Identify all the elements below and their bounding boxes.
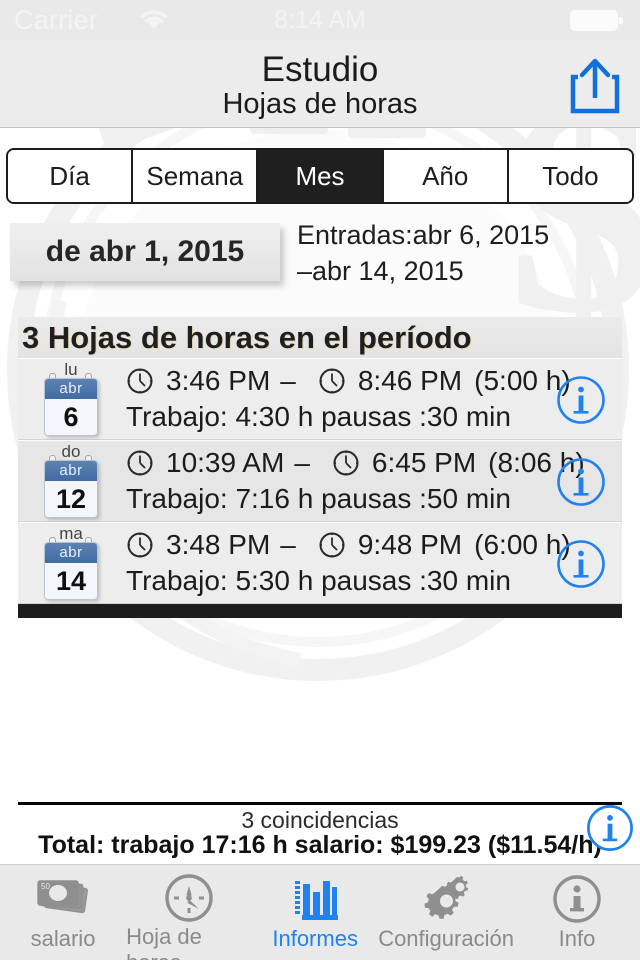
period-row: de abr 1, 2015 Entradas:abr 6, 2015 –abr… (0, 215, 640, 305)
page-title: Estudio (261, 50, 379, 89)
row-detail: Trabajo: 4:30 h pausas :30 min (126, 401, 511, 432)
row-detail: Trabajo: 7:16 h pausas :50 min (126, 483, 511, 514)
table-row[interactable]: lu abr 6 3:46 PM – 8:46 PM (5:00 h) Trab… (18, 358, 622, 440)
clock-icon (332, 449, 360, 477)
tab-label: Informes (272, 926, 358, 951)
segment-ano[interactable]: Año (383, 150, 509, 202)
segment-todo[interactable]: Todo (508, 150, 632, 202)
row-start-time: 3:46 PM (166, 365, 271, 396)
info-circle-icon[interactable] (556, 375, 606, 425)
table-row[interactable]: ma abr 14 3:48 PM – 9:48 PM (6:00 h) Tra… (18, 522, 622, 604)
tab-informes[interactable]: Informes (252, 865, 378, 960)
calendar-icon: do abr 12 (40, 443, 102, 520)
period-segmented-control[interactable]: Día Semana Mes Año Todo (6, 148, 634, 204)
tab-label: Configuración (378, 926, 514, 951)
list-header: 3 Hojas de horas en el período (18, 317, 622, 358)
tab-salario[interactable]: 50 salario (0, 865, 126, 960)
row-times: 3:48 PM – 9:48 PM (6:00 h) (126, 527, 571, 563)
clock-icon (126, 367, 154, 395)
row-times: 3:46 PM – 8:46 PM (5:00 h) (126, 363, 571, 399)
period-start-chip[interactable]: de abr 1, 2015 (10, 223, 280, 281)
page-subtitle: Hojas de horas (222, 88, 418, 120)
row-end-time: 8:46 PM (357, 365, 463, 396)
row-time-dash: – (294, 447, 310, 478)
calendar-month: abr (45, 461, 97, 481)
clock-icon (126, 531, 154, 559)
row-end-time: 6:45 PM (371, 447, 477, 478)
gears-icon (419, 872, 473, 926)
tab-info[interactable]: Info (514, 865, 640, 960)
segment-mes[interactable]: Mes (258, 150, 384, 202)
calendar-day: 14 (55, 566, 87, 596)
summary-total: Total: trabajo 17:16 h salario: $199.23 … (38, 831, 602, 859)
entries-range: Entradas:abr 6, 2015 –abr 14, 2015 (297, 217, 637, 289)
info-circle-icon (551, 872, 603, 926)
entries-range-line2: –abr 14, 2015 (297, 256, 464, 286)
segment-semana[interactable]: Semana (133, 150, 259, 202)
status-bar-clock: 8:14 AM (274, 6, 366, 34)
info-circle-icon[interactable] (586, 804, 634, 852)
entries-range-line1: Entradas:abr 6, 2015 (297, 220, 550, 250)
table-row[interactable]: do abr 12 10:39 AM – 6:45 PM (8:06 h) Tr… (18, 440, 622, 522)
row-start-time: 3:48 PM (166, 529, 271, 560)
info-circle-icon[interactable] (556, 539, 606, 589)
row-start-time: 10:39 AM (166, 447, 285, 478)
calendar-month: abr (45, 379, 97, 399)
segment-dia[interactable]: Día (8, 150, 134, 202)
banknotes-icon: 50 (34, 872, 92, 926)
tab-label: Hoja de horas (126, 924, 202, 960)
calendar-day: 12 (55, 484, 87, 514)
summary-divider (18, 802, 622, 805)
tab-hoja-de-horas[interactable]: Hoja de horas (126, 865, 252, 960)
svg-text:50: 50 (41, 882, 50, 891)
navigation-bar: Estudio Hojas de horas (0, 40, 640, 128)
tab-label: salario (30, 926, 96, 951)
calendar-icon: ma abr 14 (40, 525, 102, 602)
bar-chart-icon (289, 872, 341, 926)
info-circle-icon[interactable] (556, 457, 606, 507)
row-time-dash: – (280, 365, 296, 396)
tab-configuracion[interactable]: Configuración (378, 865, 514, 960)
calendar-day: 6 (63, 402, 79, 432)
row-end-time: 9:48 PM (357, 529, 463, 560)
row-times: 10:39 AM – 6:45 PM (8:06 h) (126, 445, 585, 481)
timesheet-list: 3 Hojas de horas en el período lu abr 6 (18, 317, 622, 618)
compass-icon (163, 872, 215, 924)
calendar-month: abr (45, 543, 97, 563)
clock-icon (126, 449, 154, 477)
battery-full-icon (570, 10, 623, 31)
row-time-dash: – (280, 529, 296, 560)
tab-bar: 50 salario Hoja de horas (0, 864, 640, 960)
tab-label: Info (558, 926, 596, 951)
calendar-icon: lu abr 6 (40, 361, 102, 438)
share-upload-icon[interactable] (566, 54, 624, 116)
status-bar: Carrier 8:14 AM (0, 0, 640, 40)
summary-matches: 3 coincidencias (241, 807, 399, 833)
clock-icon (318, 367, 346, 395)
clock-icon (318, 531, 346, 559)
summary-footer: 3 coincidencias Total: trabajo 17:16 h s… (0, 802, 640, 864)
row-detail: Trabajo: 5:30 h pausas :30 min (126, 565, 511, 596)
list-scroll-indicator[interactable] (18, 604, 622, 618)
